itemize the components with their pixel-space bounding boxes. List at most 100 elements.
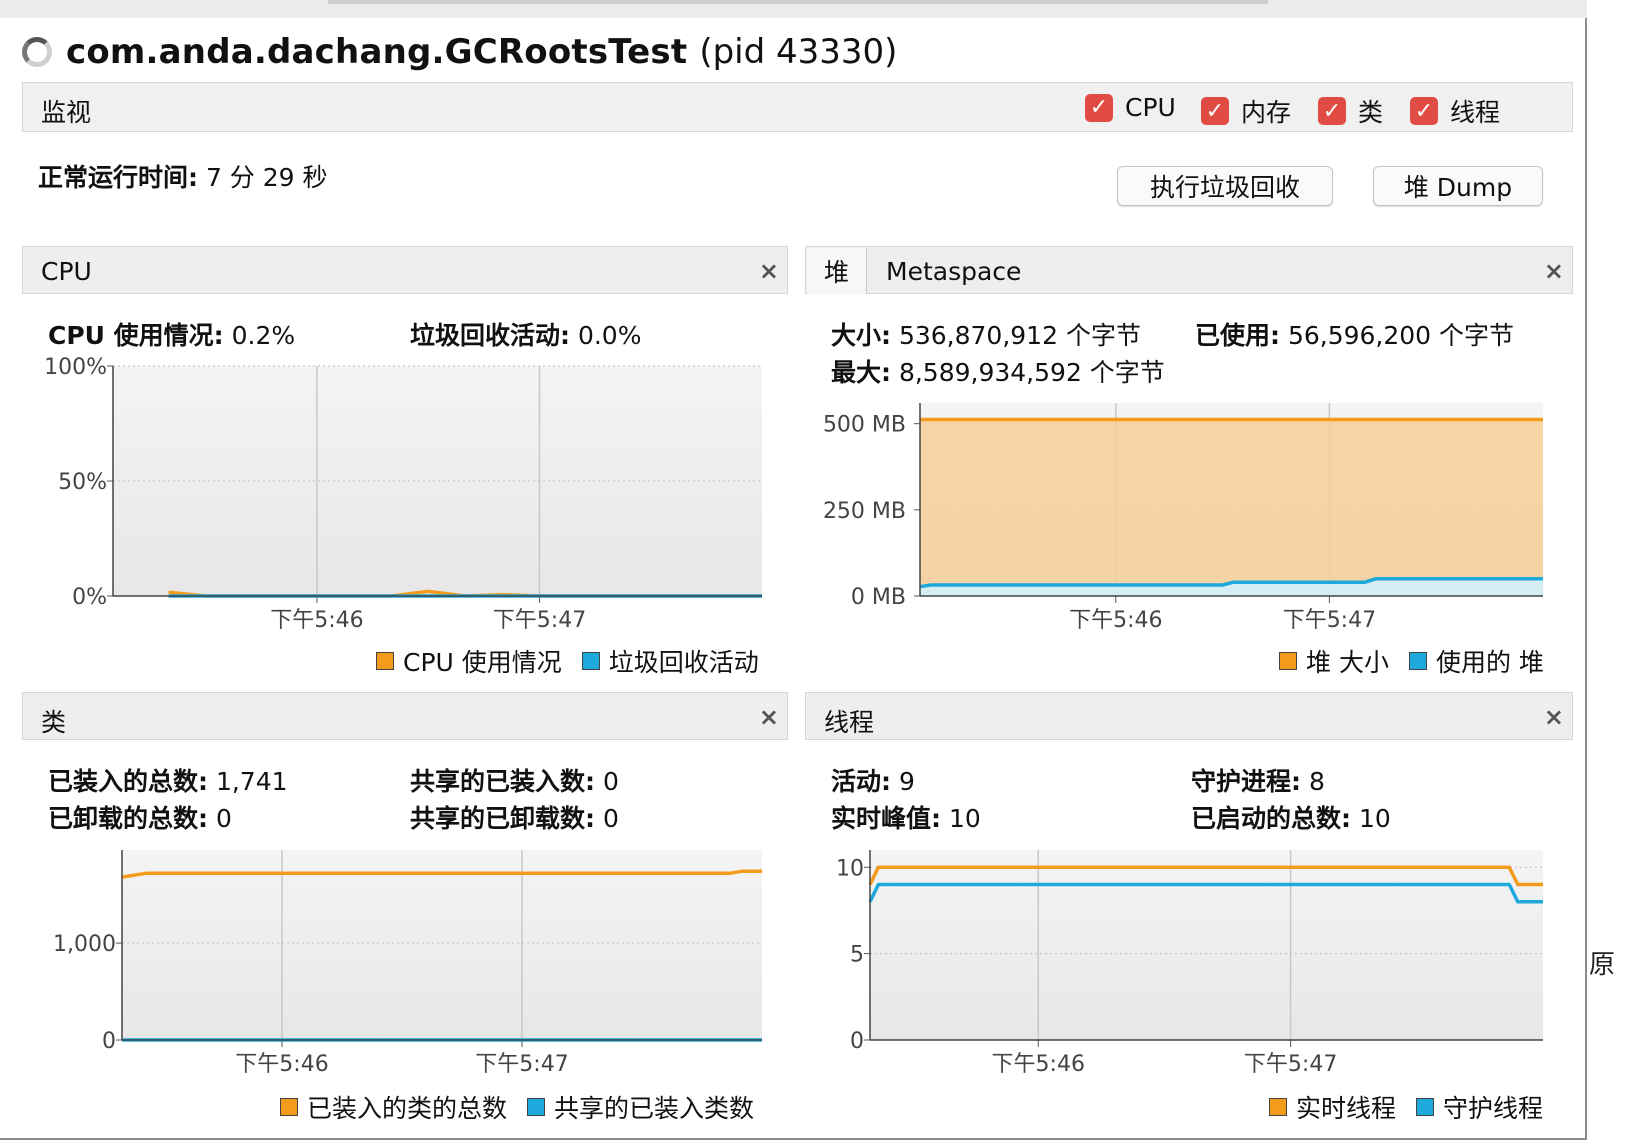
legend-daemon-threads: 守护线程 [1443, 1094, 1544, 1123]
threads-panel-header: 线程 × [805, 692, 1573, 740]
checkbox-memory-label: 内存 [1241, 98, 1292, 127]
shared-unloaded-label: 共享的已卸载数: [410, 804, 595, 833]
checkbox-threads[interactable]: ✓ 线程 [1410, 93, 1500, 129]
legend-swatch-orange [376, 652, 394, 670]
loading-spinner-icon [22, 37, 52, 67]
heap-panel-header: 堆 Metaspace × [805, 246, 1573, 294]
cpu-panel-title: CPU [41, 257, 92, 286]
cpu-legend: CPU 使用情况 垃圾回收活动 [376, 643, 759, 679]
classes-panel-header: 类 × [22, 692, 788, 740]
uptime-label: 正常运行时间: [38, 163, 198, 192]
check-icon: ✓ [1318, 97, 1346, 125]
legend-swatch-blue [527, 1098, 546, 1116]
checkbox-cpu[interactable]: ✓ CPU [1085, 93, 1176, 122]
cpu-usage-label: CPU 使用情况: [48, 321, 224, 350]
background-text-fragment: 原 [1589, 950, 1616, 980]
heap-size-stat: 大小: 536,870,912 个字节 [831, 316, 1141, 352]
unloaded-classes-stat: 已卸载的总数: 0 [48, 799, 232, 835]
top-tab[interactable] [328, 0, 1268, 4]
classes-legend: 已装入的类的总数 共享的已装入类数 [280, 1089, 754, 1125]
shared-loaded-label: 共享的已装入数: [410, 767, 595, 796]
checkbox-threads-label: 线程 [1450, 98, 1501, 127]
heap-used-label: 已使用: [1195, 321, 1280, 350]
heap-max-stat: 最大: 8,589,934,592 个字节 [831, 353, 1165, 389]
check-icon: ✓ [1201, 97, 1229, 125]
loaded-classes-stat: 已装入的总数: 1,741 [48, 762, 288, 798]
checkbox-classes-label: 类 [1358, 98, 1384, 127]
heap-max-value: 8,589,934,592 个字节 [898, 358, 1165, 387]
shared-unloaded-value: 0 [602, 804, 619, 833]
started-threads-stat: 已启动的总数: 10 [1191, 799, 1391, 835]
threads-panel-title: 线程 [824, 708, 875, 737]
threads-panel: 线程 × 活动: 9 守护进程: 8 实时峰值: 10 已启动的总数: 10 实… [805, 692, 1573, 1124]
unloaded-classes-label: 已卸载的总数: [48, 804, 208, 833]
tab-heap[interactable]: 堆 [807, 248, 867, 294]
loaded-classes-value: 1,741 [215, 767, 288, 796]
checkbox-classes[interactable]: ✓ 类 [1318, 93, 1383, 129]
heap-legend: 堆 大小 使用的 堆 [1279, 643, 1544, 679]
legend-used-heap: 使用的 堆 [1435, 648, 1544, 677]
heap-dump-button[interactable]: 堆 Dump [1373, 166, 1543, 206]
gc-activity-value: 0.0% [577, 321, 642, 350]
started-threads-value: 10 [1358, 804, 1391, 833]
live-threads-value: 9 [898, 767, 915, 796]
heap-used-stat: 已使用: 56,596,200 个字节 [1195, 316, 1514, 352]
cpu-panel-header: CPU × [22, 246, 788, 294]
legend-swatch-orange [280, 1098, 298, 1116]
daemon-threads-label: 守护进程: [1191, 767, 1301, 796]
peak-threads-value: 10 [948, 804, 981, 833]
classes-panel: 类 × 已装入的总数: 1,741 共享的已装入数: 0 已卸载的总数: 0 共… [22, 692, 788, 1124]
perform-gc-button[interactable]: 执行垃圾回收 [1117, 166, 1333, 206]
started-threads-label: 已启动的总数: [1191, 804, 1351, 833]
monitor-section-header: 监视 ✓ CPU ✓ 内存 ✓ 类 ✓ 线程 [22, 82, 1573, 132]
loaded-classes-label: 已装入的总数: [48, 767, 208, 796]
gc-activity-label: 垃圾回收活动: [410, 321, 570, 350]
daemon-threads-value: 8 [1308, 767, 1325, 796]
top-tab-strip [0, 0, 1587, 18]
checkbox-memory[interactable]: ✓ 内存 [1201, 93, 1291, 129]
visualvm-monitor-window: com.anda.dachang.GCRootsTest (pid 43330)… [0, 0, 1587, 1140]
gc-activity-stat: 垃圾回收活动: 0.0% [410, 316, 641, 352]
unloaded-classes-value: 0 [215, 804, 232, 833]
legend-shared-loaded: 共享的已装入类数 [554, 1094, 755, 1123]
application-name: com.anda.dachang.GCRootsTest [66, 32, 688, 72]
legend-swatch-blue [1416, 1098, 1435, 1116]
window-title: com.anda.dachang.GCRootsTest (pid 43330) [22, 24, 897, 80]
peak-threads-stat: 实时峰值: 10 [831, 799, 981, 835]
uptime-value: 7 分 29 秒 [205, 163, 328, 192]
legend-live-threads: 实时线程 [1296, 1094, 1397, 1123]
close-icon[interactable]: × [759, 703, 779, 731]
legend-gc-activity: 垃圾回收活动 [608, 648, 759, 677]
legend-heap-size: 堆 大小 [1306, 648, 1389, 677]
live-threads-label: 活动: [831, 767, 891, 796]
threads-legend: 实时线程 守护线程 [1269, 1089, 1543, 1125]
heap-used-value: 56,596,200 个字节 [1287, 321, 1515, 350]
tab-metaspace[interactable]: Metaspace [868, 248, 1021, 294]
live-threads-stat: 活动: 9 [831, 762, 915, 798]
heap-max-label: 最大: [831, 358, 891, 387]
check-icon: ✓ [1085, 93, 1113, 122]
uptime: 正常运行时间: 7 分 29 秒 [38, 158, 328, 194]
legend-swatch-blue [1408, 652, 1427, 670]
close-icon[interactable]: × [759, 257, 779, 285]
legend-total-loaded: 已装入的类的总数 [307, 1094, 508, 1123]
shared-unloaded-stat: 共享的已卸载数: 0 [410, 799, 619, 835]
daemon-threads-stat: 守护进程: 8 [1191, 762, 1325, 798]
peak-threads-label: 实时峰值: [831, 804, 941, 833]
monitor-label: 监视 [41, 98, 92, 127]
heap-size-value: 536,870,912 个字节 [898, 321, 1141, 350]
legend-swatch-blue [581, 652, 600, 670]
heap-panel: 堆 Metaspace × 大小: 536,870,912 个字节 已使用: 5… [805, 246, 1573, 678]
close-icon[interactable]: × [1544, 703, 1564, 731]
shared-loaded-stat: 共享的已装入数: 0 [410, 762, 619, 798]
cpu-panel: CPU × CPU 使用情况: 0.2% 垃圾回收活动: 0.0% CPU 使用… [22, 246, 788, 678]
shared-loaded-value: 0 [602, 767, 619, 796]
legend-swatch-orange [1269, 1098, 1287, 1116]
legend-cpu-usage: CPU 使用情况 [403, 648, 562, 677]
check-icon: ✓ [1410, 97, 1438, 125]
heap-size-label: 大小: [831, 321, 891, 350]
legend-swatch-orange [1279, 652, 1297, 670]
close-icon[interactable]: × [1544, 257, 1564, 285]
cpu-usage-value: 0.2% [231, 321, 296, 350]
process-id: (pid 43330) [699, 32, 898, 72]
